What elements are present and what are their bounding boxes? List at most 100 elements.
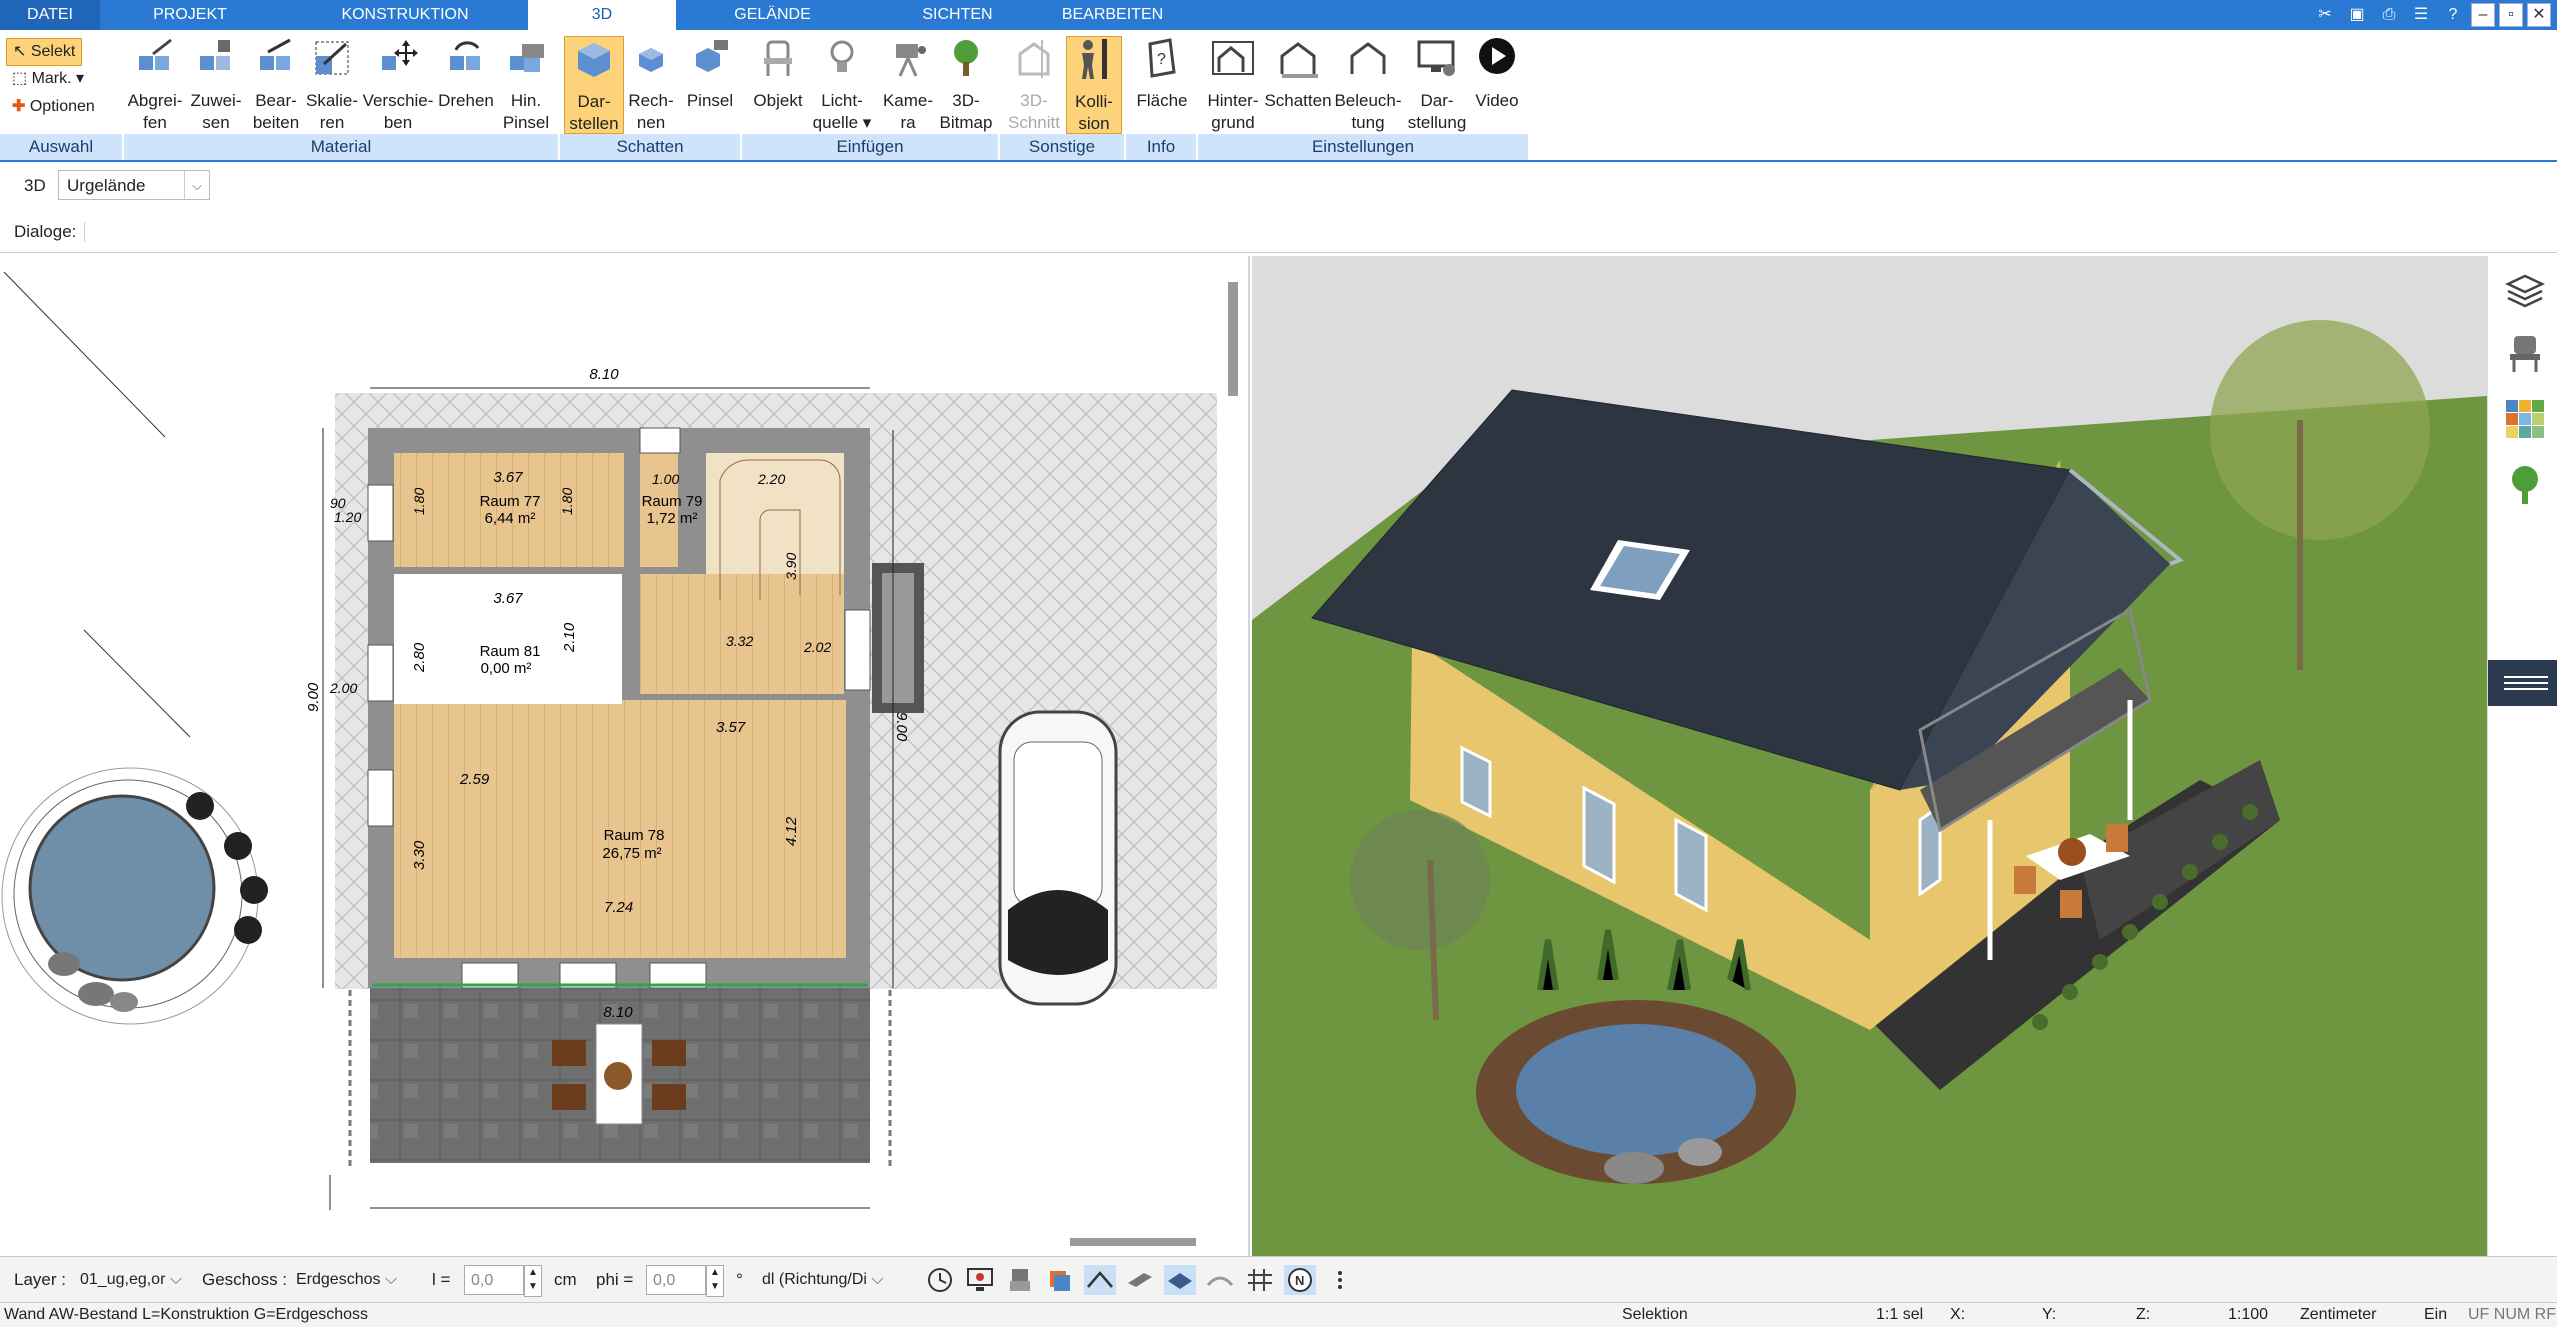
material-assign-button[interactable]: Zuwei-sen — [186, 36, 246, 134]
shadow-settings-label: Schatten — [1264, 91, 1332, 110]
select-button[interactable]: ↖ Selekt — [6, 38, 83, 66]
tab-konstruktion[interactable]: KONSTRUKTION — [300, 0, 510, 30]
dim-right: 9.00 — [893, 712, 910, 742]
view-mode-label: 3D — [24, 176, 46, 195]
terrain-value: Urgelände — [67, 176, 146, 195]
roof-tool-icon[interactable] — [1084, 1265, 1116, 1295]
shadow-show-button[interactable]: Dar-stellen — [564, 36, 624, 134]
plan-hscrollbar[interactable] — [1070, 1238, 1196, 1246]
settings-icon[interactable]: ☰ — [2407, 3, 2435, 27]
video-button[interactable]: Video — [1468, 36, 1526, 112]
insert-camera-label-1: Kame- — [882, 91, 934, 110]
close-button[interactable]: ✕ — [2527, 3, 2551, 27]
move-label-2: ben — [383, 113, 413, 132]
guide-line — [83, 629, 191, 738]
section-3d-button[interactable]: 3D- Schnitt — [1004, 36, 1064, 134]
insert-object-button[interactable]: Objekt — [748, 36, 808, 112]
dim-280: 2.80 — [411, 642, 428, 673]
direction-value: dl (Richtung/Di — [762, 1271, 867, 1288]
monitor-icon[interactable] — [964, 1265, 996, 1295]
layers-icon[interactable] — [2504, 272, 2546, 314]
options-button[interactable]: ✚ Optionen — [6, 94, 101, 120]
floor-tool-icon[interactable] — [1164, 1265, 1196, 1295]
material-move-button[interactable]: Verschie-ben — [360, 36, 436, 134]
phi-input[interactable]: 0,0 — [646, 1265, 706, 1295]
material-scale-button[interactable]: Skalie-ren — [302, 36, 362, 134]
grid-icon[interactable] — [1244, 1265, 1276, 1295]
tab-datei[interactable]: DATEI — [0, 0, 100, 30]
pond — [1, 767, 268, 1025]
tab-bearbeiten[interactable]: BEARBEITEN — [1040, 0, 1185, 30]
layer-label: Layer : — [14, 1270, 66, 1289]
dim-330: 3.30 — [411, 840, 428, 870]
scale-icon — [315, 41, 349, 75]
material-edit-button[interactable]: Bear-beiten — [246, 36, 306, 134]
plants-icon[interactable] — [2508, 464, 2542, 506]
tools-icon[interactable]: ✂ — [2311, 3, 2339, 27]
tab-gelaende[interactable]: GELÄNDE — [690, 0, 855, 30]
brush-label-1: Hin. — [510, 91, 542, 110]
brush-label-2: Pinsel — [502, 113, 550, 132]
status-ein: Ein — [2424, 1306, 2448, 1323]
shadow-calc-button[interactable]: Rech-nen — [624, 36, 678, 134]
insert-bitmap-label-2: Bitmap — [939, 113, 993, 132]
length-stepper[interactable]: ▲ ▼ — [524, 1265, 542, 1297]
person-wall-icon — [1082, 39, 1107, 79]
material-pick-button[interactable]: Abgrei-fen — [124, 36, 186, 134]
background-button[interactable]: Hinter-grund — [1200, 36, 1266, 134]
insert-camera-button[interactable]: Kame-ra — [876, 36, 940, 134]
robot-icon[interactable] — [1004, 1265, 1036, 1295]
shadow-settings-button[interactable]: Schatten — [1262, 36, 1334, 112]
shadow-brush-button[interactable]: Pinsel — [682, 36, 738, 112]
shadow-brush-label: Pinsel — [686, 91, 734, 110]
materials-icon[interactable] — [2506, 400, 2544, 438]
area-info-button[interactable]: ? Fläche — [1130, 36, 1194, 112]
north-icon[interactable]: N — [1284, 1265, 1316, 1295]
chevron-down-icon: ⌵ — [169, 1271, 182, 1288]
floor-select[interactable]: Erdgeschos ⌵ — [290, 1265, 408, 1295]
minimize-button[interactable]: – — [2471, 3, 2495, 27]
insert-light-button[interactable]: Licht-quelle ▾ — [812, 36, 872, 134]
length-label: l = — [432, 1270, 451, 1289]
more-icon[interactable] — [1324, 1265, 1356, 1295]
status-mode: Selektion — [1622, 1306, 1688, 1323]
save-icon[interactable]: ▣ — [2343, 3, 2371, 27]
panel-menu-button[interactable] — [2488, 660, 2557, 706]
chevron-down-icon[interactable]: ⌵ — [184, 171, 209, 199]
tab-projekt[interactable]: PROJEKT — [120, 0, 260, 30]
layer-select[interactable]: 01_ug,eg,or ⌵ — [74, 1265, 186, 1295]
mark-label: Mark. — [31, 70, 72, 87]
terrain-select[interactable]: Urgelände ⌵ — [58, 170, 210, 200]
direction-select[interactable]: dl (Richtung/Di ⌵ — [756, 1265, 908, 1295]
status-z: Z: — [2136, 1306, 2151, 1323]
material-rotate-button[interactable]: Drehen — [436, 36, 496, 112]
terrain-tool-icon[interactable] — [1204, 1265, 1236, 1295]
cube-icon — [578, 43, 610, 77]
pick-label-1: Abgrei- — [127, 91, 183, 110]
svg-text:?: ? — [1157, 51, 1166, 68]
length-input[interactable]: 0,0 — [464, 1265, 524, 1295]
maximize-button[interactable]: ▫ — [2499, 3, 2523, 27]
dim-357: 3.57 — [716, 719, 746, 736]
display-settings-button[interactable]: Dar-stellung — [1404, 36, 1470, 134]
print-icon[interactable]: ⎙ — [2375, 3, 2403, 27]
chair-catalog-icon[interactable] — [2506, 334, 2544, 374]
wall-tool-icon[interactable] — [1124, 1265, 1156, 1295]
mark-button[interactable]: ⬚ Mark. ▾ — [6, 66, 90, 92]
3d-view[interactable] — [1252, 256, 2487, 1256]
plan-vscrollbar[interactable] — [1228, 282, 1238, 396]
phi-stepper[interactable]: ▲ ▼ — [706, 1265, 724, 1297]
clock-icon[interactable] — [924, 1265, 956, 1295]
tree-icon — [954, 40, 978, 76]
copy-icon[interactable] — [1044, 1265, 1076, 1295]
floor-plan-view[interactable]: 8.10 9.00 9.00 8.10 3.67 3.67 1.80 1.80 … — [0, 256, 1250, 1256]
collision-button[interactable]: Kolli-sion — [1066, 36, 1122, 134]
lighting-button[interactable]: Beleuch-tung — [1334, 36, 1402, 134]
help-icon[interactable]: ? — [2439, 3, 2467, 27]
insert-bitmap-button[interactable]: 3D- Bitmap — [934, 36, 998, 134]
dim-top: 8.10 — [589, 366, 619, 383]
tab-sichten[interactable]: SICHTEN — [880, 0, 1035, 30]
dim-202: 2.02 — [803, 639, 831, 655]
tab-3d[interactable]: 3D — [528, 0, 676, 30]
material-brush-button[interactable]: Hin. Pinsel — [496, 36, 556, 134]
